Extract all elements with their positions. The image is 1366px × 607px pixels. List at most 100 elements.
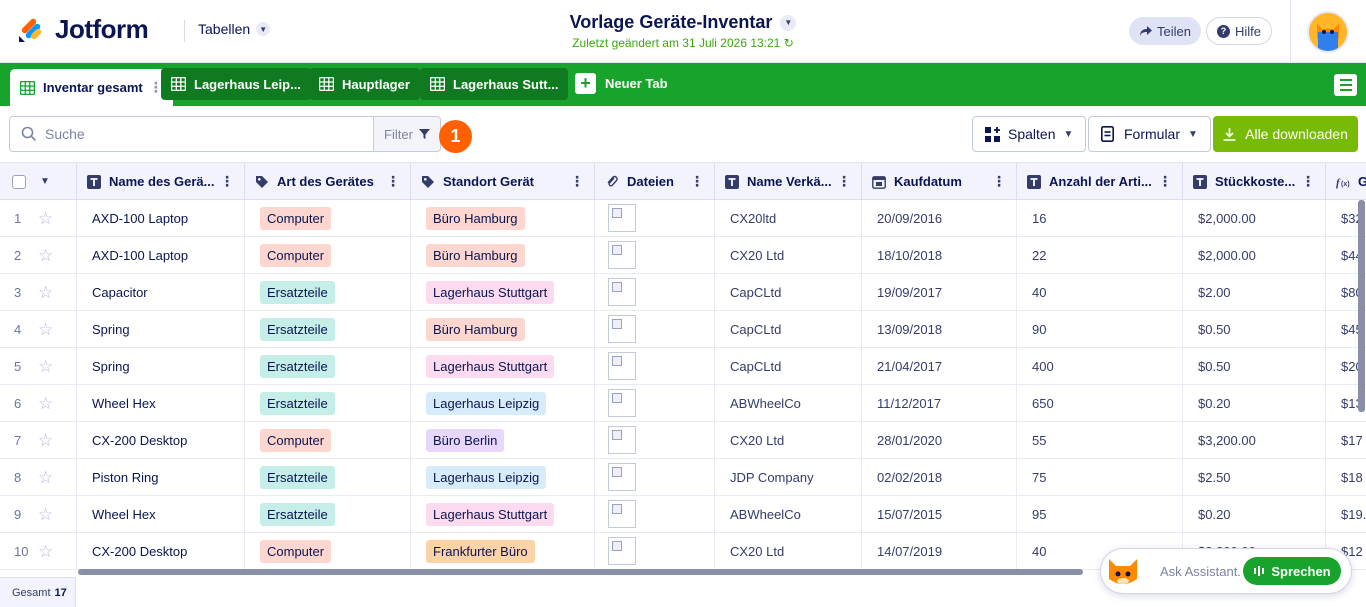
name-cell[interactable]: Spring xyxy=(77,311,245,347)
location-cell[interactable]: Lagerhaus Leipzig xyxy=(411,459,595,495)
kebab-menu-icon[interactable]: ⋮ xyxy=(220,173,234,190)
star-icon[interactable]: ☆ xyxy=(38,209,53,229)
vendor-cell[interactable]: CapCLtd xyxy=(715,274,862,310)
location-cell[interactable]: Büro Hamburg xyxy=(411,200,595,236)
device-type-cell[interactable]: Ersatzteile xyxy=(245,496,411,532)
star-icon[interactable]: ☆ xyxy=(38,320,53,340)
device-type-cell[interactable]: Ersatzteile xyxy=(245,311,411,347)
location-cell[interactable]: Lagerhaus Stuttgart xyxy=(411,348,595,384)
search-input[interactable] xyxy=(45,126,365,142)
date-cell[interactable]: 11/12/2017 xyxy=(862,385,1017,421)
vendor-cell[interactable]: ABWheelCo xyxy=(715,496,862,532)
row-number[interactable]: 9 ☆ xyxy=(0,496,77,532)
name-cell[interactable]: Piston Ring xyxy=(77,459,245,495)
tab-lagerhaus-leipzig[interactable]: Lagerhaus Leip... xyxy=(161,68,311,100)
device-type-cell[interactable]: Computer xyxy=(245,422,411,458)
table-row[interactable]: 6 ☆ Wheel Hex Ersatzteile Lagerhaus Leipzig A… xyxy=(0,385,1366,422)
name-cell[interactable]: Capacitor xyxy=(77,274,245,310)
row-number[interactable]: 10 ☆ xyxy=(0,533,77,569)
table-row[interactable]: 1 ☆ AXD-100 Laptop Computer Büro Hamburg CX20… xyxy=(0,200,1366,237)
row-number[interactable]: 8 ☆ xyxy=(0,459,77,495)
chevron-down-icon[interactable]: ▼ xyxy=(40,176,50,187)
location-cell[interactable]: Lagerhaus Stuttgart xyxy=(411,274,595,310)
column-header[interactable]: Name Verkä... ⋮ xyxy=(715,163,862,200)
vendor-cell[interactable]: CX20 Ltd xyxy=(715,533,862,569)
star-icon[interactable]: ☆ xyxy=(38,283,53,303)
vendor-cell[interactable]: CX20 Ltd xyxy=(715,422,862,458)
cost-cell[interactable]: $2,000.00 xyxy=(1183,237,1326,273)
star-icon[interactable]: ☆ xyxy=(38,357,53,377)
star-icon[interactable]: ☆ xyxy=(38,246,53,266)
date-cell[interactable]: 02/02/2018 xyxy=(862,459,1017,495)
broken-image-icon[interactable] xyxy=(608,463,636,491)
kebab-menu-icon[interactable]: ⋮ xyxy=(992,173,1006,190)
vertical-scrollbar[interactable] xyxy=(1358,200,1365,412)
date-cell[interactable]: 14/07/2019 xyxy=(862,533,1017,569)
file-cell[interactable] xyxy=(595,311,715,347)
vendor-cell[interactable]: JDP Company xyxy=(715,459,862,495)
filter-button[interactable]: Filter xyxy=(373,117,440,151)
name-cell[interactable]: CX-200 Desktop xyxy=(77,533,245,569)
table-row[interactable]: 7 ☆ CX-200 Desktop Computer Büro Berlin CX20 … xyxy=(0,422,1366,459)
column-header[interactable]: Anzahl der Arti... ⋮ xyxy=(1017,163,1183,200)
broken-image-icon[interactable] xyxy=(608,204,636,232)
tab-inventar-gesamt[interactable]: Inventar gesamt ⋮ xyxy=(10,69,173,106)
qty-cell[interactable]: 75 xyxy=(1017,459,1183,495)
form-button[interactable]: Formular ▼ xyxy=(1088,116,1211,152)
broken-image-icon[interactable] xyxy=(608,537,636,565)
qty-cell[interactable]: 22 xyxy=(1017,237,1183,273)
column-header[interactable]: Kaufdatum ⋮ xyxy=(862,163,1017,200)
row-number[interactable]: 6 ☆ xyxy=(0,385,77,421)
select-all-checkbox[interactable] xyxy=(12,174,26,189)
qty-cell[interactable]: 16 xyxy=(1017,200,1183,236)
broken-image-icon[interactable] xyxy=(608,389,636,417)
qty-cell[interactable]: 650 xyxy=(1017,385,1183,421)
date-cell[interactable]: 18/10/2018 xyxy=(862,237,1017,273)
user-avatar[interactable] xyxy=(1307,11,1349,53)
table-row[interactable]: 8 ☆ Piston Ring Ersatzteile Lagerhaus Leipzi… xyxy=(0,459,1366,496)
star-icon[interactable]: ☆ xyxy=(38,394,53,414)
table-row[interactable]: 9 ☆ Wheel Hex Ersatzteile Lagerhaus Stuttgar… xyxy=(0,496,1366,533)
device-type-cell[interactable]: Computer xyxy=(245,200,411,236)
name-cell[interactable]: CX-200 Desktop xyxy=(77,422,245,458)
document-title[interactable]: Vorlage Geräte-Inventar ▼ xyxy=(570,12,797,33)
hamburger-menu-icon[interactable] xyxy=(1334,74,1357,96)
row-number[interactable]: 7 ☆ xyxy=(0,422,77,458)
column-header[interactable]: Name des Gerä... ⋮ xyxy=(77,163,245,200)
help-button[interactable]: ? Hilfe xyxy=(1206,17,1273,45)
tables-dropdown[interactable]: Tabellen ▼ xyxy=(198,21,271,37)
ask-assistant-widget[interactable]: Ask Assistant... Sprechen xyxy=(1100,548,1352,594)
name-cell[interactable]: Wheel Hex xyxy=(77,496,245,532)
file-cell[interactable] xyxy=(595,237,715,273)
qty-cell[interactable]: 400 xyxy=(1017,348,1183,384)
name-cell[interactable]: Spring xyxy=(77,348,245,384)
location-cell[interactable]: Büro Hamburg xyxy=(411,311,595,347)
date-cell[interactable]: 21/04/2017 xyxy=(862,348,1017,384)
cost-cell[interactable]: $2.00 xyxy=(1183,274,1326,310)
date-cell[interactable]: 15/07/2015 xyxy=(862,496,1017,532)
broken-image-icon[interactable] xyxy=(608,315,636,343)
name-cell[interactable]: Wheel Hex xyxy=(77,385,245,421)
share-button[interactable]: Teilen xyxy=(1129,17,1201,45)
row-number[interactable]: 3 ☆ xyxy=(0,274,77,310)
column-header[interactable]: Stückkoste... ⋮ xyxy=(1183,163,1326,200)
location-cell[interactable]: Lagerhaus Leipzig xyxy=(411,385,595,421)
qty-cell[interactable]: 90 xyxy=(1017,311,1183,347)
table-row[interactable]: 3 ☆ Capacitor Ersatzteile Lagerhaus Stuttgar… xyxy=(0,274,1366,311)
column-header[interactable]: Art des Gerätes ⋮ xyxy=(245,163,411,200)
device-type-cell[interactable]: Computer xyxy=(245,533,411,569)
file-cell[interactable] xyxy=(595,348,715,384)
kebab-menu-icon[interactable]: ⋮ xyxy=(837,173,851,190)
kebab-menu-icon[interactable]: ⋮ xyxy=(570,173,584,190)
cost-cell[interactable]: $0.20 xyxy=(1183,385,1326,421)
kebab-menu-icon[interactable]: ⋮ xyxy=(1301,173,1315,190)
vendor-cell[interactable]: CapCLtd xyxy=(715,348,862,384)
row-number[interactable]: 5 ☆ xyxy=(0,348,77,384)
cost-cell[interactable]: $2.50 xyxy=(1183,459,1326,495)
kebab-menu-icon[interactable]: ⋮ xyxy=(386,173,400,190)
columns-button[interactable]: Spalten ▼ xyxy=(972,116,1087,152)
star-icon[interactable]: ☆ xyxy=(38,431,53,451)
device-type-cell[interactable]: Ersatzteile xyxy=(245,385,411,421)
column-header[interactable]: Dateien ⋮ xyxy=(595,163,715,200)
broken-image-icon[interactable] xyxy=(608,241,636,269)
